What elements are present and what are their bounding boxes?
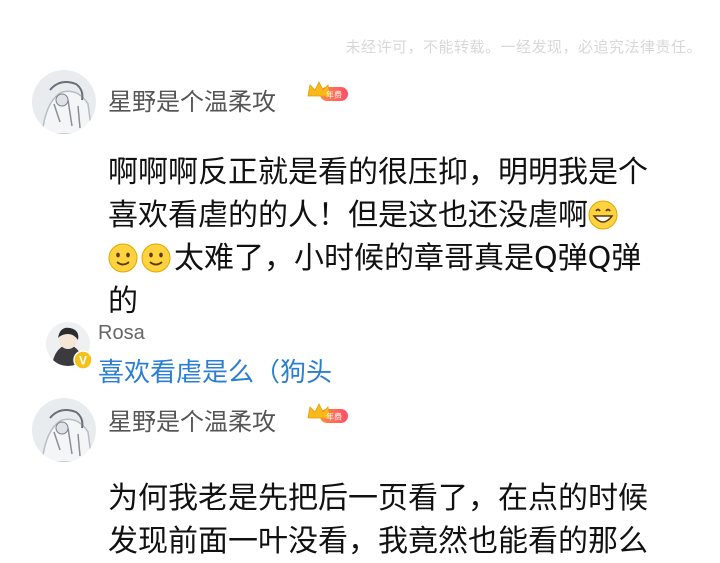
badge-label: 年费 xyxy=(326,412,342,422)
reply-username[interactable]: Rosa xyxy=(98,322,145,345)
watermark-text: 未经许可，不能转载。一经发现，必追究法律责任。 xyxy=(345,38,702,56)
avatar[interactable] xyxy=(32,398,96,462)
comment-line-text: 喜欢看虐的的人！但是这也还没虐啊 xyxy=(108,198,588,233)
username[interactable]: 星野是个温柔攻 xyxy=(108,402,276,437)
grin-emoji-icon xyxy=(588,200,618,230)
comment-text: 啊啊啊反正就是看的很压抑，明明我是个 喜欢看虐的的人！但是这也还没虐啊 太难了，… xyxy=(108,151,698,323)
comment-line: 太难了，小时候的章哥真是Q弹Q弹 xyxy=(108,237,698,280)
annual-vip-badge: 年费 xyxy=(306,80,350,102)
annual-vip-badge: 年费 xyxy=(306,402,350,424)
comment-line: 的 xyxy=(108,284,138,319)
reply-text: 喜欢看虐是么（狗头 xyxy=(98,358,333,388)
verified-badge-label: V xyxy=(79,354,87,368)
comment-line: 喜欢看虐的的人！但是这也还没虐啊 xyxy=(108,194,698,237)
comment-line: 啊啊啊反正就是看的很压抑，明明我是个 xyxy=(108,155,648,190)
comment-line-text: 太难了，小时候的章哥真是Q弹Q弹 xyxy=(174,241,642,276)
username[interactable]: 星野是个温柔攻 xyxy=(108,82,276,117)
smile-emoji-icon xyxy=(141,243,171,273)
badge-label: 年费 xyxy=(326,90,342,100)
comment-line: 发现前面一叶没看，我竟然也能看的那么 xyxy=(108,524,648,559)
avatar[interactable] xyxy=(32,70,96,134)
comment-text: 为何我老是先把后一页看了，在点的时候 发现前面一叶没看，我竟然也能看的那么 xyxy=(108,477,698,563)
comment-line: 为何我老是先把后一页看了，在点的时候 xyxy=(108,481,648,516)
smile-emoji-icon xyxy=(108,243,138,273)
verified-badge: V xyxy=(73,350,93,370)
